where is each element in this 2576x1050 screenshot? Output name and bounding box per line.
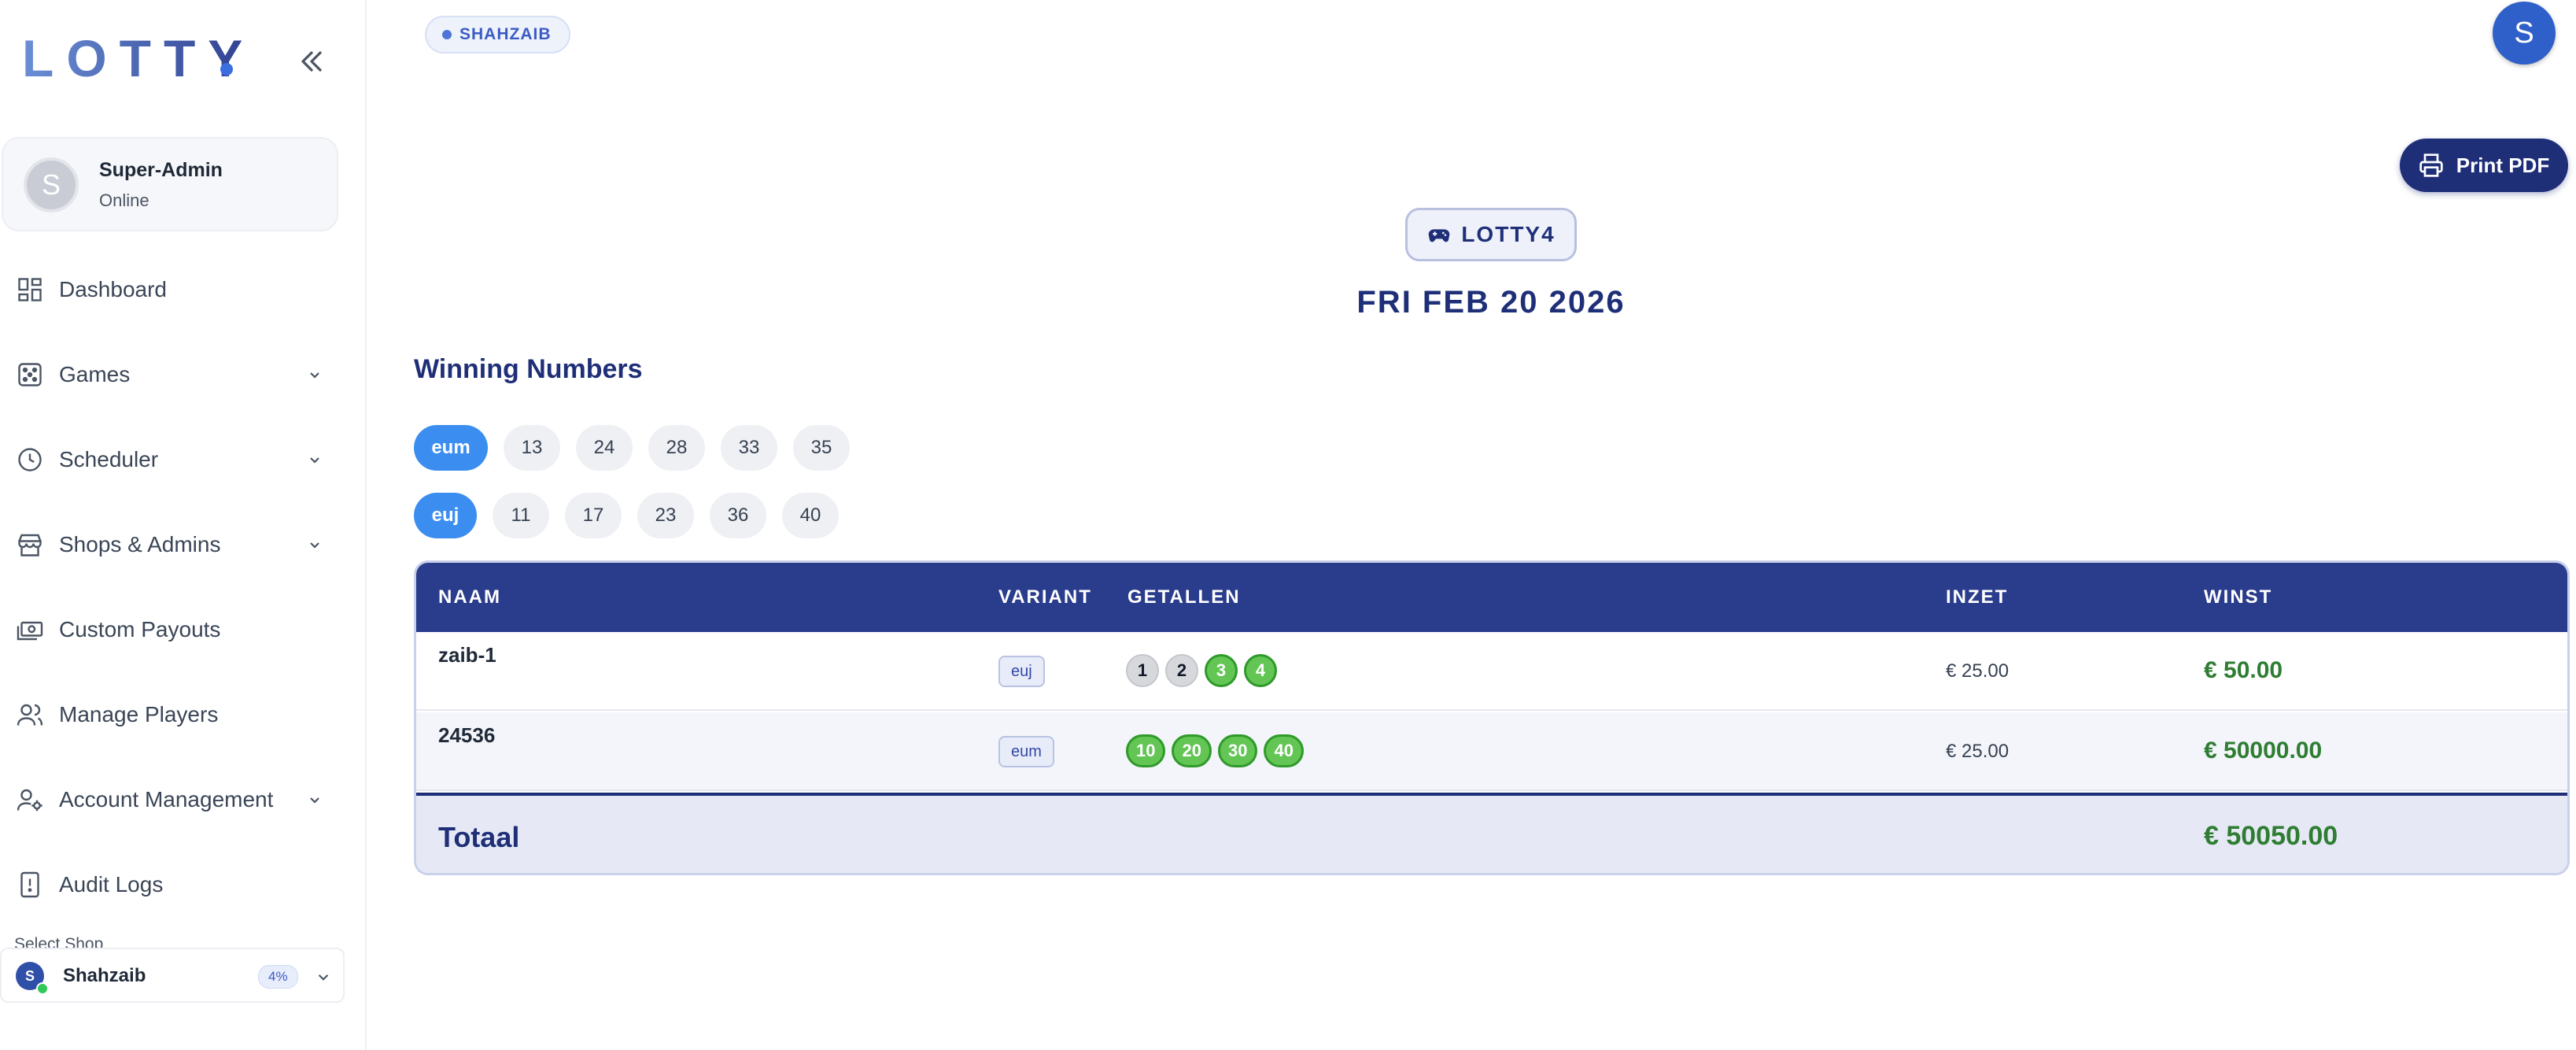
sidebar-item-audit-logs[interactable]: Audit Logs xyxy=(0,853,346,916)
sidebar: LOTTY S Super-Admin Online Dashboard Gam… xyxy=(0,0,367,1050)
sidebar-item-account-management[interactable]: Account Management xyxy=(0,768,346,831)
store-icon xyxy=(14,529,46,560)
table-total-row: Totaal € 50050.00 xyxy=(416,793,2567,873)
column-header-inzet[interactable]: INZET xyxy=(1946,586,2008,608)
sidebar-item-label: Shops & Admins xyxy=(59,532,221,556)
chevron-down-icon xyxy=(310,542,319,549)
ticket-stake: € 25.00 xyxy=(1946,741,2010,762)
winning-number: 23 xyxy=(637,493,694,538)
sidebar-item-manage-players[interactable]: Manage Players xyxy=(0,683,346,746)
winning-number: 28 xyxy=(648,425,705,471)
sidebar-item-label: Account Management xyxy=(59,787,274,812)
sidebar-item-label: Games xyxy=(59,362,131,386)
variant-pill: eum xyxy=(414,425,488,471)
winning-number: 35 xyxy=(793,425,850,471)
winning-number: 33 xyxy=(721,425,777,471)
winning-number: 13 xyxy=(504,425,560,471)
ticket-win: € 50.00 xyxy=(2204,657,2283,683)
number-ball-hit: 40 xyxy=(1264,734,1304,767)
avatar[interactable]: S xyxy=(2493,2,2556,65)
collapse-sidebar-button[interactable] xyxy=(294,44,329,79)
sidebar-item-label: Dashboard xyxy=(59,277,167,301)
app-logo[interactable]: LOTTY xyxy=(22,28,255,88)
double-chevron-left-icon xyxy=(301,51,322,72)
number-ball-hit: 4 xyxy=(1244,654,1277,687)
column-header-variant[interactable]: VARIANT xyxy=(998,586,1092,608)
ticket-numbers: 10 20 30 40 xyxy=(1126,734,1310,767)
winning-number: 24 xyxy=(576,425,633,471)
sidebar-item-label: Audit Logs xyxy=(59,872,164,897)
online-indicator xyxy=(36,982,49,995)
dashboard-icon xyxy=(14,274,46,305)
table-row[interactable]: 24536 eum 10 20 30 40 € 25.00 € 50000.00 xyxy=(416,712,2567,791)
winning-number: 11 xyxy=(493,493,549,538)
ticket-name: zaib-1 xyxy=(438,643,496,667)
table-header: NAAM VARIANT GETALLEN INZET WINST xyxy=(416,563,2567,632)
column-header-naam[interactable]: NAAM xyxy=(438,586,501,608)
draw-date: FRI FEB 20 2026 xyxy=(1356,285,1626,320)
sidebar-item-label: Scheduler xyxy=(59,447,159,471)
number-ball: 2 xyxy=(1165,654,1198,687)
ticket-win: € 50000.00 xyxy=(2204,738,2323,763)
number-ball-hit: 3 xyxy=(1205,654,1238,687)
table-row[interactable]: zaib-1 euj 1 2 3 4 € 25.00 € 50.00 xyxy=(416,632,2567,711)
users-icon xyxy=(14,699,46,730)
print-pdf-button[interactable]: Print PDF xyxy=(2400,139,2568,192)
shop-percent-badge: 4% xyxy=(258,965,298,989)
game-name: LOTTY4 xyxy=(1461,222,1556,246)
column-header-getallen[interactable]: GETALLEN xyxy=(1127,586,1241,608)
user-card[interactable]: S Super-Admin Online xyxy=(2,137,338,231)
chevron-down-icon xyxy=(318,974,329,981)
number-ball: 1 xyxy=(1126,654,1159,687)
user-gear-icon xyxy=(14,784,46,815)
number-ball-hit: 30 xyxy=(1217,734,1258,767)
winning-number: 36 xyxy=(710,493,766,538)
tickets-table: NAAM VARIANT GETALLEN INZET WINST zaib-1… xyxy=(414,560,2570,875)
total-label: Totaal xyxy=(438,821,520,853)
shop-tag-label: SHAHZAIB xyxy=(459,25,552,43)
number-ball-hit: 10 xyxy=(1126,734,1166,767)
chevron-down-icon xyxy=(310,457,319,464)
logo-dot xyxy=(220,63,233,76)
avatar: S xyxy=(24,157,79,213)
chevron-down-icon xyxy=(310,797,319,804)
clock-icon xyxy=(14,444,46,475)
sidebar-item-label: Manage Players xyxy=(59,702,219,726)
sidebar-item-shops-admins[interactable]: Shops & Admins xyxy=(0,513,346,576)
shop-name: Shahzaib xyxy=(63,965,146,986)
column-header-winst[interactable]: WINST xyxy=(2204,586,2272,608)
dice-icon xyxy=(14,359,46,390)
print-pdf-label: Print PDF xyxy=(2456,153,2550,177)
status-dot xyxy=(442,30,452,39)
sidebar-item-custom-payouts[interactable]: Custom Payouts xyxy=(0,598,346,661)
user-status: Online xyxy=(99,190,149,210)
total-value: € 50050.00 xyxy=(2204,821,2338,851)
printer-icon xyxy=(2419,153,2443,177)
shop-select[interactable]: S Shahzaib 4% xyxy=(0,948,345,1003)
sidebar-item-dashboard[interactable]: Dashboard xyxy=(0,258,346,321)
sidebar-item-scheduler[interactable]: Scheduler xyxy=(0,428,346,491)
sidebar-item-label: Custom Payouts xyxy=(59,617,221,641)
variant-tag: eum xyxy=(998,736,1054,767)
gamepad-icon xyxy=(1428,229,1450,242)
winning-row-euj: euj 11 17 23 36 40 xyxy=(414,493,854,538)
user-name: Super-Admin xyxy=(99,159,223,181)
sidebar-item-games[interactable]: Games xyxy=(0,343,346,406)
winning-row-eum: eum 13 24 28 33 35 xyxy=(414,425,865,471)
ticket-numbers: 1 2 3 4 xyxy=(1126,654,1283,687)
cash-icon xyxy=(14,614,46,645)
shop-tag: SHAHZAIB xyxy=(425,16,570,54)
game-badge: LOTTY4 xyxy=(1405,208,1577,261)
winning-number: 17 xyxy=(565,493,622,538)
ticket-stake: € 25.00 xyxy=(1946,660,2010,682)
variant-tag: euj xyxy=(998,656,1045,687)
ticket-name: 24536 xyxy=(438,723,496,747)
winning-number: 40 xyxy=(782,493,839,538)
number-ball-hit: 20 xyxy=(1172,734,1212,767)
chevron-down-icon xyxy=(310,372,319,379)
log-icon xyxy=(14,869,46,900)
variant-pill: euj xyxy=(414,493,477,538)
winning-numbers-title: Winning Numbers xyxy=(414,354,643,384)
